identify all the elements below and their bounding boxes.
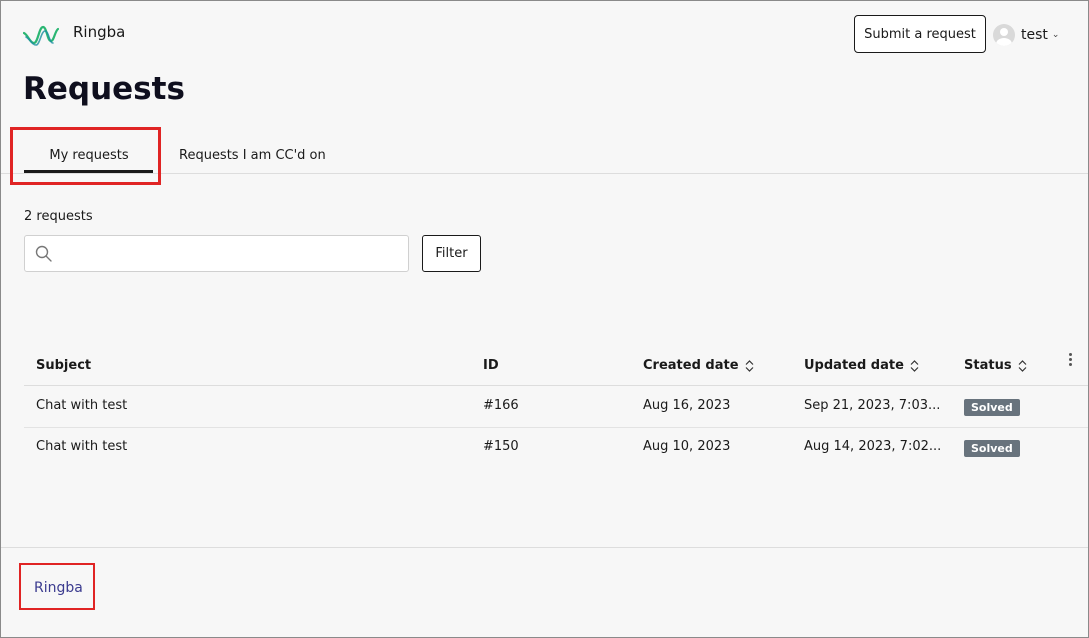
search-input[interactable] <box>61 236 405 273</box>
status-badge: Solved <box>964 399 1020 416</box>
column-header-label: Subject <box>36 358 92 373</box>
sort-icon[interactable] <box>1018 359 1027 372</box>
status-badge: Solved <box>964 440 1020 457</box>
chevron-down-icon: ⌄ <box>1051 30 1060 40</box>
table-row-subject-link[interactable]: Chat with test <box>36 398 127 413</box>
footer-divider <box>1 547 1088 548</box>
column-header-updated-date[interactable]: Updated date <box>804 358 919 373</box>
filter-button[interactable]: Filter <box>422 235 481 272</box>
column-header-subject: Subject <box>36 358 91 373</box>
user-menu[interactable]: test ⌄ <box>993 23 1059 47</box>
username: test <box>1021 27 1048 43</box>
highlight-box-footer <box>19 563 95 610</box>
table-row-created-date: Aug 16, 2023 <box>643 398 731 413</box>
column-header-label: Status <box>964 358 1012 373</box>
sort-icon[interactable] <box>910 359 919 372</box>
column-header-id: ID <box>483 358 499 373</box>
column-header-created-date[interactable]: Created date <box>643 358 754 373</box>
table-row-id: #166 <box>483 398 519 413</box>
column-header-label: Created date <box>643 358 739 373</box>
table-row-subject-link[interactable]: Chat with test <box>36 439 127 454</box>
column-header-label: Updated date <box>804 358 904 373</box>
tabs-divider <box>1 173 1088 174</box>
page-title: Requests <box>23 71 185 107</box>
page-frame: Ringba Submit a request test ⌄ Requests … <box>0 0 1089 638</box>
brand-name[interactable]: Ringba <box>73 23 125 41</box>
table-row-updated-date: Aug 14, 2023, 7:02... <box>804 439 942 454</box>
ringba-logo-icon[interactable] <box>23 23 59 49</box>
table-header-divider <box>24 385 1088 386</box>
sort-icon[interactable] <box>745 359 754 372</box>
submit-request-button[interactable]: Submit a request <box>854 15 986 53</box>
table-row-divider <box>24 427 1088 428</box>
column-header-label: ID <box>483 358 499 373</box>
highlight-box-tab <box>10 127 161 185</box>
table-row-updated-date: Sep 21, 2023, 7:03... <box>804 398 941 413</box>
search-icon <box>35 245 52 262</box>
column-header-status[interactable]: Status <box>964 358 1027 373</box>
table-row-id: #150 <box>483 439 519 454</box>
tab-cc-requests[interactable]: Requests I am CC'd on <box>179 148 326 163</box>
table-row-created-date: Aug 10, 2023 <box>643 439 731 454</box>
avatar-icon <box>993 24 1015 46</box>
search-box[interactable] <box>24 235 409 273</box>
request-count: 2 requests <box>24 209 93 224</box>
kebab-menu-icon[interactable] <box>1067 353 1073 369</box>
